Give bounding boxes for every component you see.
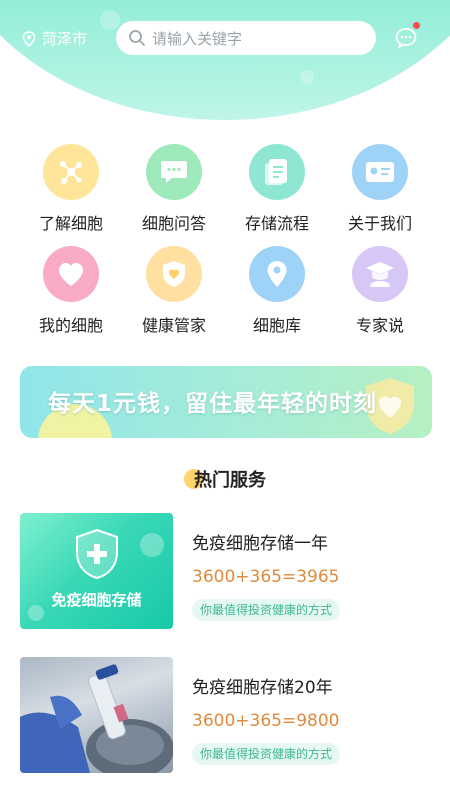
location-icon — [22, 30, 36, 47]
lab-photo — [20, 664, 173, 773]
search-icon — [129, 30, 145, 46]
menu-item-cell-bank[interactable]: 细胞库 — [227, 246, 327, 336]
menu-item-cell-qa[interactable]: 细胞问答 — [124, 144, 224, 234]
location-pin-icon — [249, 246, 305, 302]
header-background — [0, 0, 450, 120]
service-image — [20, 657, 173, 773]
search-placeholder: 请输入关键字 — [152, 29, 243, 48]
service-card[interactable]: 免疫细胞存储20年 3600+365=9800 你最值得投资健康的方式 — [20, 657, 432, 773]
menu-label: 存储流程 — [244, 214, 309, 233]
menu-label: 了解细胞 — [38, 214, 103, 233]
shield-plus-icon — [76, 528, 118, 580]
top-bar: 菏泽市 请输入关键字 — [0, 20, 450, 56]
service-image: 免疫细胞存储 — [20, 513, 173, 629]
service-tag: 你最值得投资健康的方式 — [192, 599, 341, 621]
decor-bubble — [420, 80, 430, 90]
header: 菏泽市 请输入关键字 — [0, 0, 450, 130]
menu-label: 关于我们 — [347, 214, 412, 233]
service-image-caption: 免疫细胞存储 — [51, 591, 142, 609]
decor-bubble — [300, 70, 314, 84]
menu-label: 我的细胞 — [38, 316, 103, 335]
shield-icon — [146, 246, 202, 302]
menu-label: 细胞问答 — [141, 214, 206, 233]
city-selector[interactable]: 菏泽市 — [22, 28, 87, 49]
service-price: 3600+365=9800 — [192, 711, 340, 731]
service-title: 免疫细胞存储一年 — [192, 534, 328, 554]
menu-item-storage-process[interactable]: 存储流程 — [227, 144, 327, 234]
city-label: 菏泽市 — [42, 30, 88, 48]
service-card[interactable]: 免疫细胞存储 免疫细胞存储一年 3600+365=3965 你最值得投资健康的方… — [20, 513, 432, 629]
decor-bubble — [140, 533, 164, 557]
menu-item-health-butler[interactable]: 健康管家 — [124, 246, 224, 336]
menu-item-my-cells[interactable]: 我的细胞 — [21, 246, 121, 336]
document-icon — [249, 144, 305, 200]
graduate-icon — [352, 246, 408, 302]
banner-text: 每天1元钱，留住最年轻的时刻 — [48, 391, 378, 417]
id-card-icon — [352, 144, 408, 200]
unread-dot — [413, 22, 420, 29]
menu-label: 细胞库 — [252, 316, 301, 335]
message-button[interactable] — [394, 22, 420, 50]
section-title-text: 热门服务 — [194, 470, 266, 491]
molecule-icon — [43, 144, 99, 200]
menu-item-learn-cells[interactable]: 了解细胞 — [21, 144, 121, 234]
service-tag: 你最值得投资健康的方式 — [192, 743, 341, 765]
menu-label: 专家说 — [355, 316, 404, 335]
service-price: 3600+365=3965 — [192, 567, 340, 587]
chat-bubble-icon — [395, 28, 417, 49]
menu-label: 健康管家 — [141, 316, 206, 335]
service-title: 免疫细胞存储20年 — [192, 678, 333, 698]
menu-item-about-us[interactable]: 关于我们 — [330, 144, 430, 234]
section-title: 热门服务 — [0, 466, 450, 492]
promo-banner[interactable]: 每天1元钱，留住最年轻的时刻 — [20, 366, 432, 438]
heart-icon — [43, 246, 99, 302]
menu-item-experts-say[interactable]: 专家说 — [330, 246, 430, 336]
search-input[interactable]: 请输入关键字 — [116, 21, 376, 55]
chat-icon — [146, 144, 202, 200]
